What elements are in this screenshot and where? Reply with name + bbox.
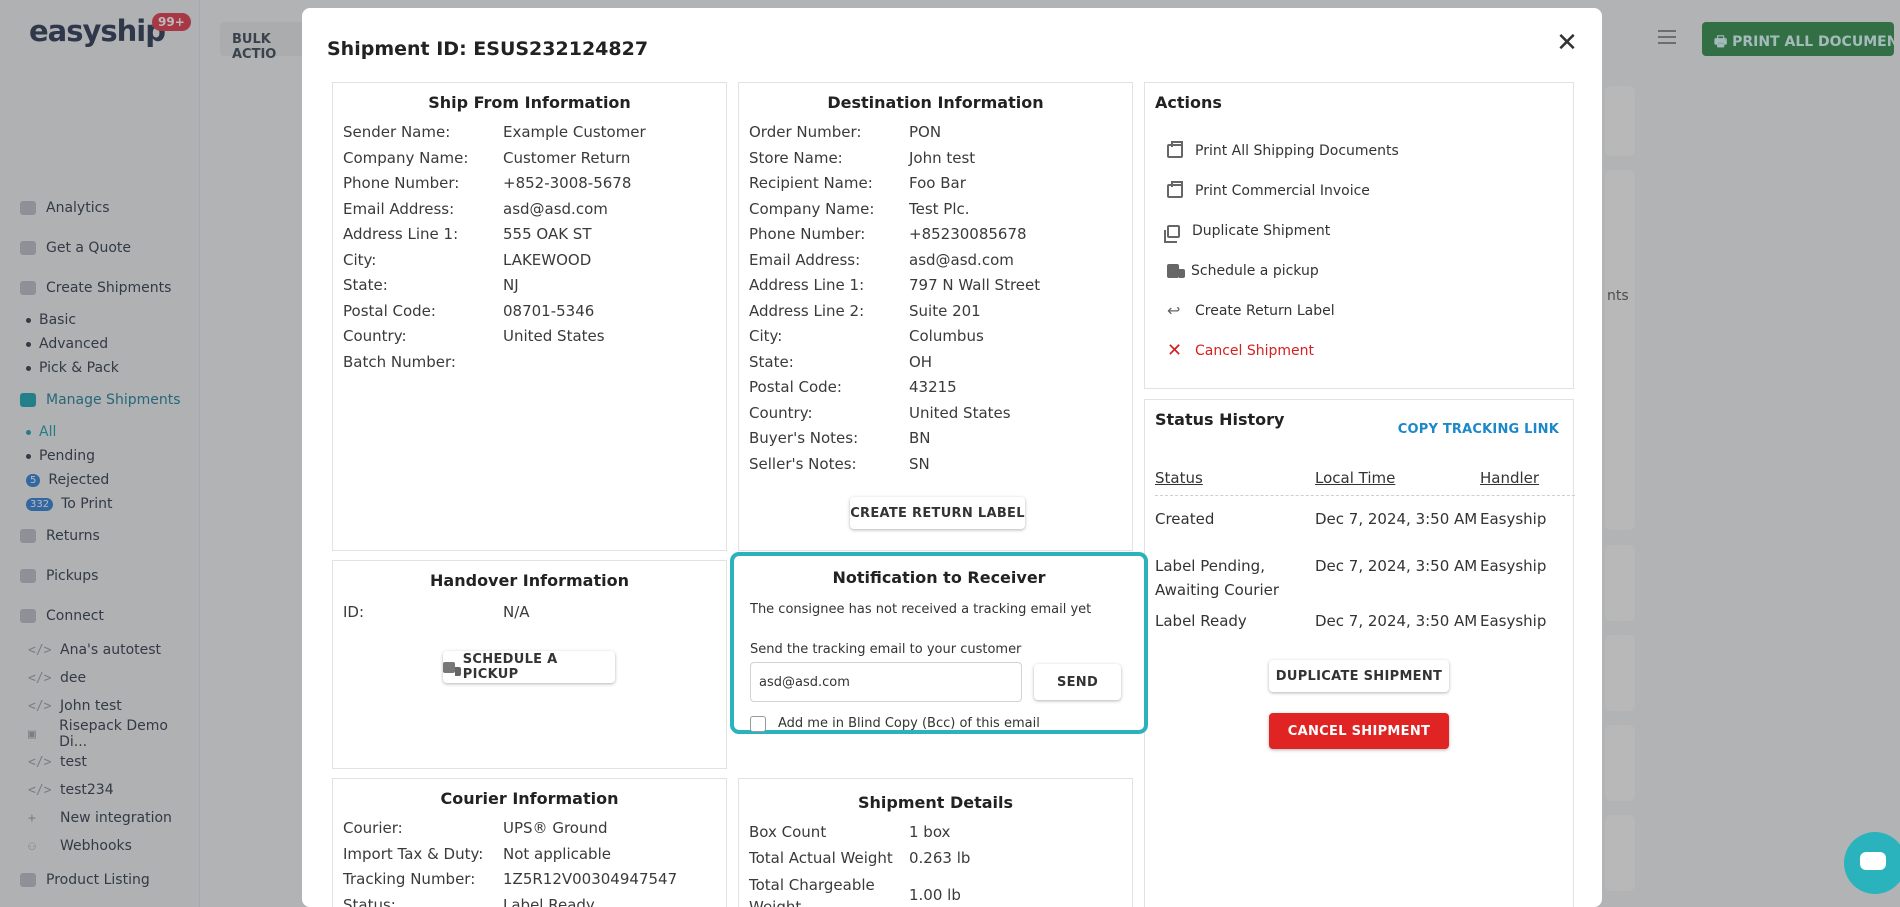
actions-heading: Actions: [1155, 93, 1222, 112]
close-icon[interactable]: ✕: [1552, 28, 1582, 58]
shipment-details-heading: Shipment Details: [857, 793, 1014, 812]
shipment-details-fields: Box Count 1 box Total Actual Weight 0.263 …: [749, 823, 970, 907]
status-history-table: Status Local Time Handler Created Dec 7,…: [1155, 460, 1575, 642]
field-row: Box Count 1 box: [749, 823, 951, 841]
column-header-status[interactable]: Status: [1155, 469, 1315, 487]
field-row: Email Address: asd@asd.com: [749, 250, 1014, 269]
print-all-shipping-documents-action[interactable]: Print All Shipping Documents: [1167, 131, 1399, 171]
copy-tracking-link[interactable]: COPY TRACKING LINK: [1398, 422, 1559, 437]
notification-heading: Notification to Receiver: [832, 568, 1046, 587]
notification-prompt: Send the tracking email to your customer: [750, 642, 1022, 657]
printer-icon: [1167, 181, 1183, 198]
field-row: Address Line 1: 555 OAK ST: [343, 225, 592, 243]
bcc-checkbox-label: Add me in Blind Copy (Bcc) of this email: [778, 716, 1040, 731]
copy-icon: [1164, 224, 1180, 243]
modal-title: Shipment ID: ESUS232124827: [327, 38, 649, 60]
field-row: Status: Label Ready: [343, 895, 595, 907]
field-row: Tracking Number: 1Z5R12V00304947547: [343, 870, 678, 888]
ship-from-panel: Ship From Information Sender Name: Exampl…: [332, 82, 727, 551]
field-row: Total Chargeable Weight 1.00 lb: [749, 876, 961, 907]
status-history-panel: Status History COPY TRACKING LINK Status…: [1144, 399, 1575, 907]
send-button[interactable]: SEND: [1034, 664, 1121, 700]
courier-panel: Courier Information Courier: UPS® Ground …: [332, 778, 727, 907]
ship-from-heading: Ship From Information: [428, 93, 631, 112]
field-row: Company Name: Test Plc.: [749, 199, 970, 218]
notification-status-text: The consignee has not received a trackin…: [750, 602, 1092, 617]
notification-panel: Notification to Receiver The consignee h…: [730, 552, 1148, 734]
close-icon: ✕: [1167, 340, 1183, 361]
field-row: Email Address: asd@asd.com: [343, 199, 608, 218]
field-row: Phone Number: +852-3008-5678: [343, 174, 632, 192]
destination-heading: Destination Information: [827, 93, 1044, 112]
field-row: Phone Number: +85230085678: [749, 225, 1027, 243]
create-return-label-action[interactable]: ↩ Create Return Label: [1167, 291, 1399, 331]
field-row: Buyer's Notes: BN: [749, 429, 931, 447]
handover-fields: ID: N/A: [343, 603, 530, 629]
field-row: Batch Number:: [343, 352, 456, 371]
actions-panel: Actions Print All Shipping Documents Pri…: [1144, 82, 1574, 389]
field-row: Recipient Name: Foo Bar: [749, 174, 966, 192]
field-row: State: NJ: [343, 276, 519, 294]
field-row: ID: N/A: [343, 603, 530, 621]
truck-icon: [443, 661, 461, 676]
field-row: Address Line 2: Suite 201: [749, 301, 981, 320]
column-header-handler[interactable]: Handler: [1480, 469, 1575, 487]
column-header-local-time[interactable]: Local Time: [1315, 469, 1480, 487]
field-row: Courier: UPS® Ground: [343, 819, 608, 837]
shipment-details-modal: Shipment ID: ESUS232124827 ✕ Ship From I…: [302, 8, 1602, 907]
field-row: Postal Code: 43215: [749, 378, 957, 396]
courier-heading: Courier Information: [440, 789, 619, 808]
bcc-checkbox[interactable]: [750, 716, 766, 732]
field-row: City: Columbus: [749, 327, 984, 345]
table-row: Label Ready Dec 7, 2024, 3:50 AM Easyshi…: [1155, 612, 1547, 630]
field-row: Total Actual Weight 0.263 lb: [749, 848, 971, 867]
duplicate-shipment-action[interactable]: Duplicate Shipment: [1164, 211, 1399, 251]
field-row: Country: United States: [343, 327, 605, 345]
field-row: Order Number: PON: [749, 123, 942, 141]
field-row: State: OH: [749, 352, 933, 371]
tracking-email-input[interactable]: [750, 662, 1022, 702]
return-icon: ↩: [1167, 301, 1181, 320]
truck-icon: [1167, 264, 1185, 278]
schedule-pickup-button[interactable]: SCHEDULE A PICKUP: [443, 651, 615, 683]
table-row: Label Pending, Awaiting Courier Dec 7, 2…: [1155, 557, 1547, 599]
field-row: City: LAKEWOOD: [343, 250, 592, 269]
field-row: Store Name: John test: [749, 148, 976, 167]
field-row: Address Line 1: 797 N Wall Street: [749, 276, 1041, 294]
field-row: Sender Name: Example Customer: [343, 123, 646, 141]
cancel-shipment-button[interactable]: CANCEL SHIPMENT: [1269, 713, 1449, 749]
print-commercial-invoice-action[interactable]: Print Commercial Invoice: [1167, 171, 1399, 211]
destination-fields: Order Number: PON Store Name: John test Re…: [749, 123, 1040, 480]
destination-panel: Destination Information Order Number: PON…: [738, 82, 1133, 551]
duplicate-shipment-button[interactable]: DUPLICATE SHIPMENT: [1269, 660, 1449, 692]
field-row: Company Name: Customer Return: [343, 148, 631, 167]
field-row: Postal Code: 08701-5346: [343, 301, 595, 320]
shipment-details-panel: Shipment Details Box Count 1 box Total Ac…: [738, 778, 1133, 907]
handover-heading: Handover Information: [430, 571, 629, 590]
field-row: Seller's Notes: SN: [749, 454, 930, 473]
table-row: Created Dec 7, 2024, 3:50 AM Easyship: [1155, 510, 1547, 528]
handover-panel: Handover Information ID: N/A SCHEDULE A P…: [332, 560, 727, 769]
create-return-label-button[interactable]: CREATE RETURN LABEL: [850, 497, 1025, 529]
cancel-shipment-action[interactable]: ✕ Cancel Shipment: [1167, 331, 1399, 371]
schedule-pickup-action[interactable]: Schedule a pickup: [1167, 251, 1399, 291]
actions-list: Print All Shipping Documents Print Comme…: [1164, 131, 1399, 371]
chat-bubble-icon[interactable]: [1844, 832, 1900, 894]
printer-icon: [1167, 141, 1183, 158]
field-row: Country: United States: [749, 403, 1011, 422]
table-header: Status Local Time Handler: [1155, 460, 1575, 496]
courier-fields: Courier: UPS® Ground Import Tax & Duty: No…: [343, 819, 677, 907]
field-row: Import Tax & Duty: Not applicable: [343, 844, 611, 863]
ship-from-fields: Sender Name: Example Customer Company Nam…: [343, 123, 646, 378]
